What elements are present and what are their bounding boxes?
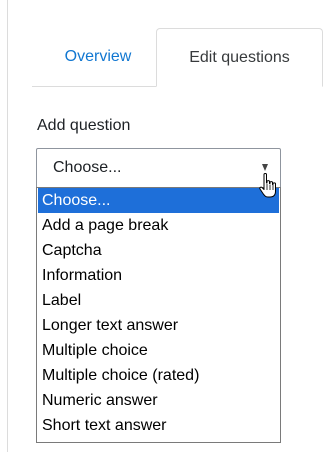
dropdown-option[interactable]: Choose...: [38, 188, 279, 213]
tab-bar: Overview Edit questions: [40, 28, 323, 87]
dropdown-option[interactable]: Short text answer: [38, 413, 279, 438]
tab-overview[interactable]: Overview: [40, 28, 156, 86]
dropdown-option[interactable]: Captcha: [38, 238, 279, 263]
add-question-select[interactable]: Choose...: [36, 148, 281, 189]
dropdown-option[interactable]: Label: [38, 288, 279, 313]
select-value: Choose...: [53, 159, 122, 176]
dropdown-option[interactable]: Multiple choice (rated): [38, 363, 279, 388]
dropdown-option[interactable]: Numeric answer: [38, 388, 279, 413]
tab-edit-questions[interactable]: Edit questions: [156, 28, 323, 87]
add-question-dropdown: Choose... Add a page break Captcha Infor…: [36, 187, 281, 443]
chevron-down-icon[interactable]: [262, 164, 268, 171]
dropdown-option[interactable]: Add a page break: [38, 213, 279, 238]
dropdown-option[interactable]: Information: [38, 263, 279, 288]
add-question-label: Add question: [37, 117, 131, 134]
dropdown-option[interactable]: Multiple choice: [38, 338, 279, 363]
dropdown-option[interactable]: Longer text answer: [38, 313, 279, 338]
hand-pointer-icon: [259, 173, 276, 198]
